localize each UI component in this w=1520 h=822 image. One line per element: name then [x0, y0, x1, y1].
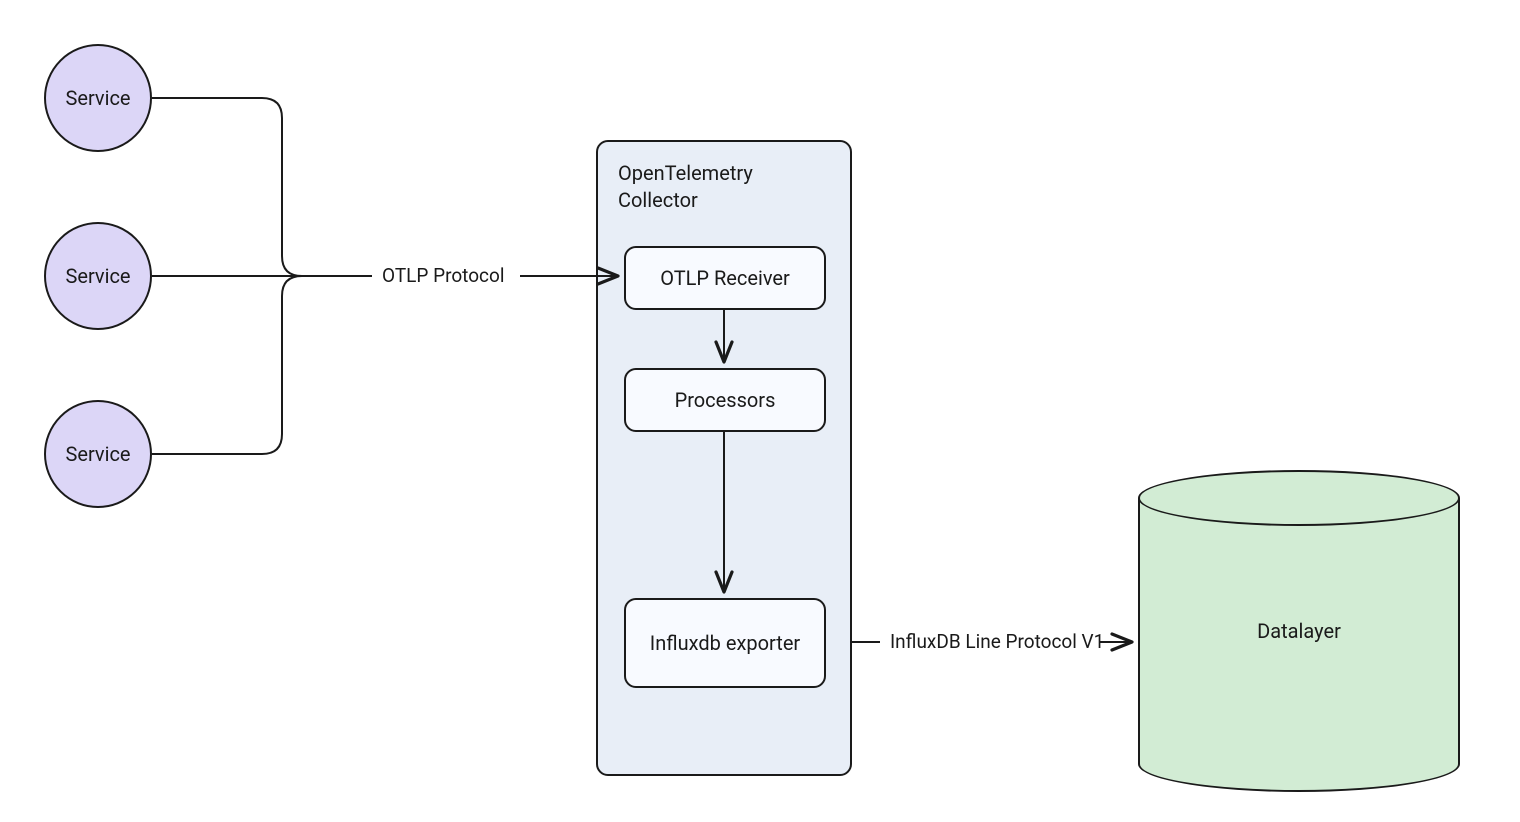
influxdb-line-protocol-label: InfluxDB Line Protocol V1	[886, 630, 1108, 653]
service-node-1: Service	[44, 44, 152, 152]
service-node-2-label: Service	[65, 264, 130, 288]
processors-box: Processors	[624, 368, 826, 432]
architecture-diagram: Service Service Service OpenTelemetry Co…	[0, 0, 1520, 822]
influxdb-exporter-box: Influxdb exporter	[624, 598, 826, 688]
influxdb-exporter-label: Influxdb exporter	[650, 630, 800, 656]
cylinder-bottom	[1138, 736, 1460, 792]
service-node-3: Service	[44, 400, 152, 508]
opentelemetry-collector: OpenTelemetry Collector OTLP Receiver Pr…	[596, 140, 852, 776]
otlp-protocol-label: OTLP Protocol	[378, 264, 508, 287]
processors-label: Processors	[675, 387, 776, 413]
otlp-receiver-label: OTLP Receiver	[660, 265, 790, 291]
service-node-1-label: Service	[65, 86, 130, 110]
service-node-2: Service	[44, 222, 152, 330]
collector-title: OpenTelemetry Collector	[616, 156, 832, 224]
cylinder-top	[1138, 470, 1460, 526]
service-node-3-label: Service	[65, 442, 130, 466]
datalayer-label: Datalayer	[1257, 619, 1341, 643]
otlp-receiver-box: OTLP Receiver	[624, 246, 826, 310]
datalayer-cylinder: Datalayer	[1138, 470, 1460, 792]
